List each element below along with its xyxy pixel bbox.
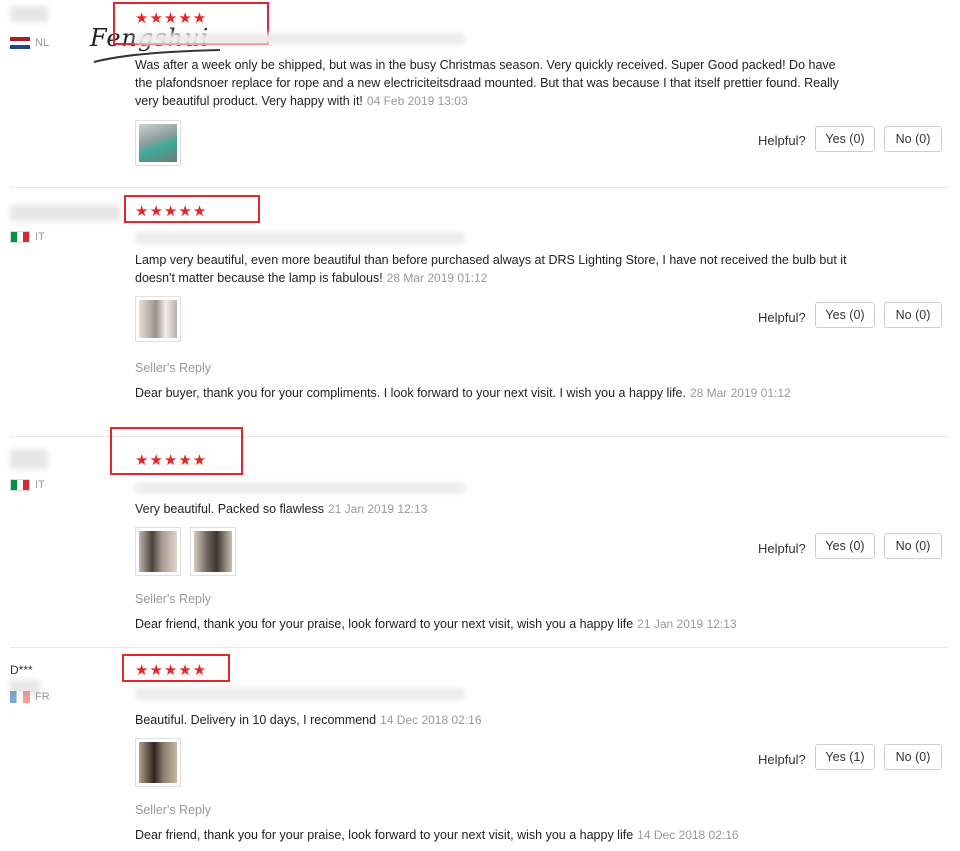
helpful-yes-button[interactable]: Yes (0) [815, 302, 875, 328]
flag-icon-nl [10, 37, 30, 49]
reviewer-name-blurred [10, 205, 120, 221]
helpful-label: Helpful? [758, 752, 806, 767]
star-rating: ★★★★★ [135, 202, 208, 220]
review-body: Beautiful. Delivery in 10 days, I recomm… [135, 713, 377, 727]
country-code: NL [35, 37, 50, 49]
reviewer-country: IT [10, 479, 45, 491]
reviewer-info [10, 205, 120, 221]
reviewer-country: NL [10, 37, 49, 49]
review-text: Very beautiful. Packed so flawless 21 Jan… [135, 500, 855, 518]
helpful-yes-button[interactable]: Yes (0) [815, 533, 875, 559]
reviewer-info [10, 6, 120, 22]
review-text: Was after a week only be shipped, but wa… [135, 56, 855, 110]
seller-reply-text: Dear friend, thank you for your praise, … [135, 615, 835, 634]
star-rating: ★★★★★ [135, 451, 208, 469]
review-body: Lamp very beautiful, even more beautiful… [135, 253, 847, 285]
review-date: 04 Feb 2019 13:03 [366, 94, 468, 108]
review-meta-blurred [135, 232, 465, 244]
review-date: 21 Jan 2019 12:13 [328, 502, 428, 516]
star-rating: ★★★★★ [135, 9, 208, 27]
review-body: Was after a week only be shipped, but wa… [135, 58, 839, 108]
review-photo-thumbnail[interactable] [190, 527, 236, 576]
flag-icon-fr [10, 691, 30, 703]
star-rating: ★★★★★ [135, 661, 208, 679]
seller-reply-label: Seller's Reply [135, 361, 212, 375]
country-code: IT [35, 231, 45, 243]
review-date: 28 Mar 2019 01:12 [386, 271, 488, 285]
seller-reply-label: Seller's Reply [135, 592, 212, 606]
helpful-no-button[interactable]: No (0) [884, 533, 942, 559]
seller-reply-body: Dear buyer, thank you for your complimen… [135, 386, 686, 400]
review-date: 14 Dec 2018 02:16 [380, 713, 482, 727]
seller-reply-date: 28 Mar 2019 01:12 [689, 386, 791, 400]
reviewer-name-blurred [10, 449, 48, 469]
reviewer-info [10, 449, 120, 469]
helpful-no-button[interactable]: No (0) [884, 126, 942, 152]
seller-reply-label: Seller's Reply [135, 803, 212, 817]
helpful-no-button[interactable]: No (0) [884, 302, 942, 328]
seller-reply-date: 14 Dec 2018 02:16 [637, 828, 739, 842]
reviewer-country: IT [10, 231, 45, 243]
seller-reply-date: 21 Jan 2019 12:13 [637, 617, 737, 631]
helpful-yes-button[interactable]: Yes (0) [815, 126, 875, 152]
reviewer-name: D*** [10, 663, 33, 677]
flag-icon-it [10, 479, 30, 491]
helpful-label: Helpful? [758, 310, 806, 325]
review-meta-blurred [135, 482, 465, 494]
country-code: IT [35, 479, 45, 491]
reviewer-country: FR [10, 691, 50, 703]
review-meta-blurred [135, 33, 465, 45]
review-photo-thumbnail[interactable] [135, 738, 181, 787]
seller-reply-body: Dear friend, thank you for your praise, … [135, 617, 634, 631]
flag-icon-it [10, 231, 30, 243]
seller-reply-text: Dear friend, thank you for your praise, … [135, 826, 835, 845]
review-divider [10, 647, 948, 648]
review-body: Very beautiful. Packed so flawless [135, 502, 324, 516]
review-divider [10, 187, 948, 188]
review-photo-thumbnail[interactable] [135, 120, 181, 166]
helpful-yes-button[interactable]: Yes (1) [815, 744, 875, 770]
seller-reply-body: Dear friend, thank you for your praise, … [135, 828, 634, 842]
helpful-label: Helpful? [758, 541, 806, 556]
reviewer-name-blurred [10, 6, 48, 22]
review-text: Beautiful. Delivery in 10 days, I recomm… [135, 711, 855, 729]
seller-reply-text: Dear buyer, thank you for your complimen… [135, 384, 835, 403]
review-meta-blurred [135, 688, 465, 700]
review-photo-thumbnail[interactable] [135, 296, 181, 342]
helpful-label: Helpful? [758, 133, 806, 148]
review-text: Lamp very beautiful, even more beautiful… [135, 251, 855, 287]
review-photo-thumbnail[interactable] [135, 527, 181, 576]
helpful-no-button[interactable]: No (0) [884, 744, 942, 770]
country-code: FR [35, 691, 50, 703]
